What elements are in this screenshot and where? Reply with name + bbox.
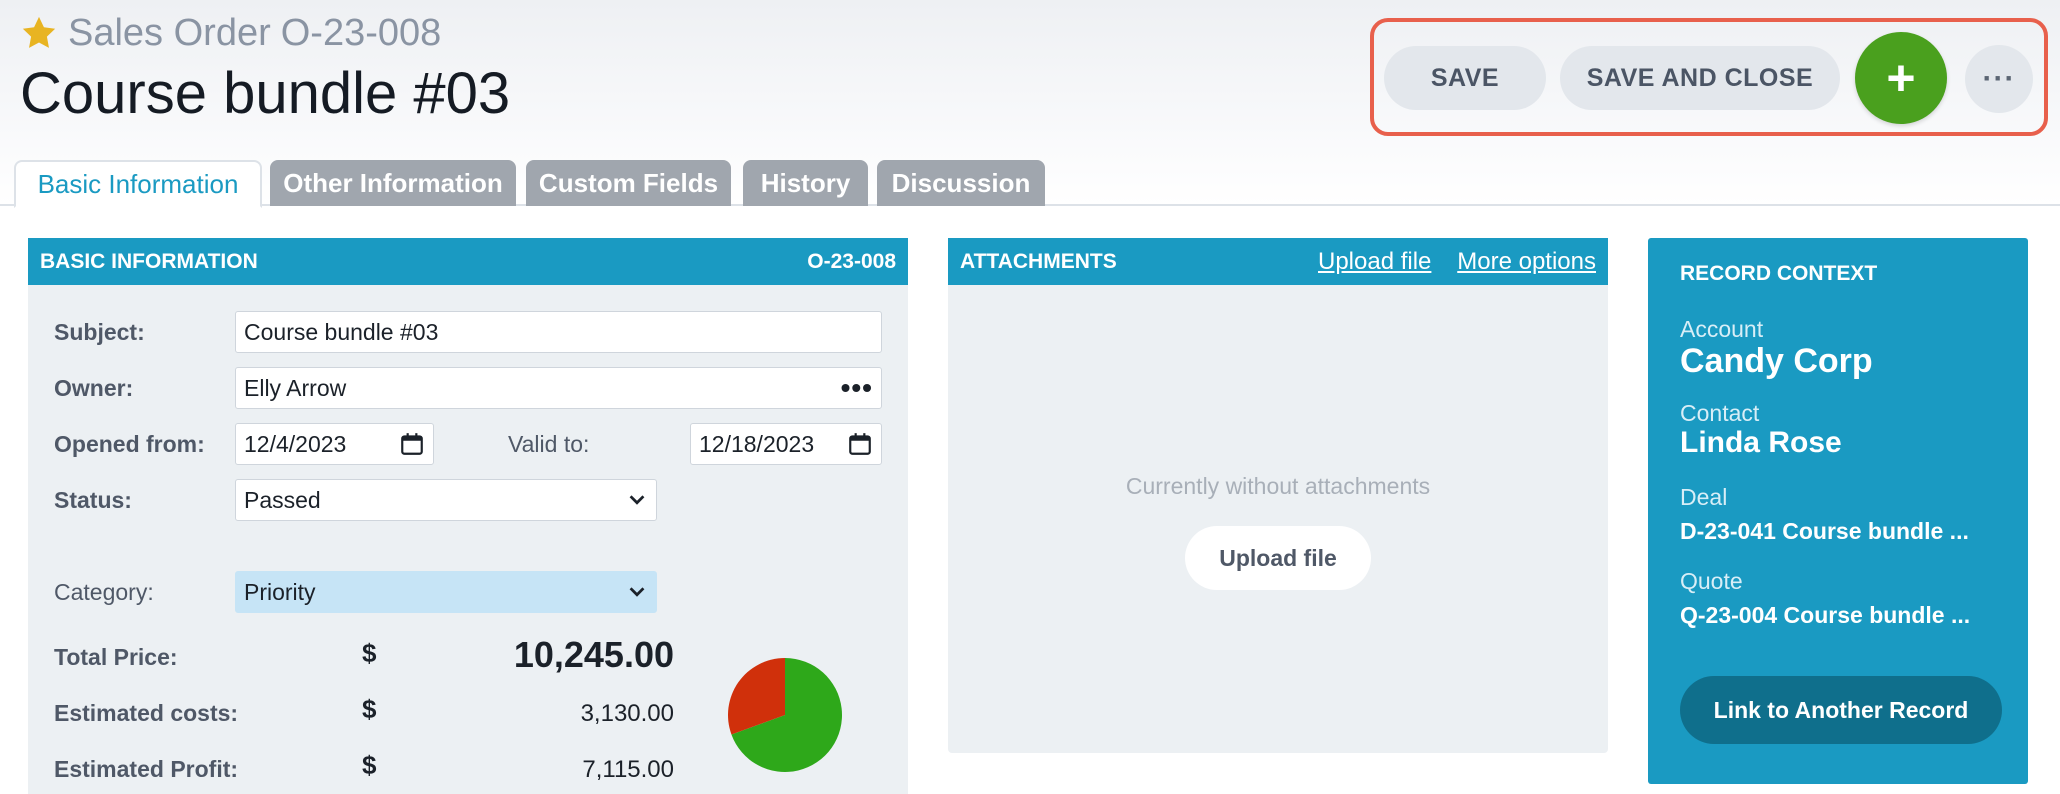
total-price-value: 10,245.00	[513, 634, 674, 675]
tab-bar: Basic Information Other Information Cust…	[0, 160, 2060, 208]
attachments-header: ATTACHMENTS Upload file More options	[948, 238, 1608, 285]
ellipsis-icon: ···	[1982, 62, 2016, 95]
deal-label: Deal	[1680, 484, 1728, 510]
deal-link[interactable]: D-23-041 Course bundle ...	[1680, 518, 1969, 545]
record-type: Sales Order	[68, 12, 271, 54]
plus-icon: +	[1886, 50, 1916, 106]
estimated-profit-label: Estimated Profit:	[54, 756, 239, 782]
calendar-icon[interactable]	[399, 431, 425, 457]
status-select[interactable]: Passed	[235, 479, 657, 521]
favorite-star-icon[interactable]	[20, 14, 58, 52]
opened-from-input[interactable]: 12/4/2023	[235, 423, 434, 465]
calendar-icon[interactable]	[847, 431, 873, 457]
quote-link[interactable]: Q-23-004 Course bundle ...	[1680, 602, 1970, 629]
subject-value: Course bundle #03	[244, 318, 439, 345]
tab-discussion[interactable]: Discussion	[877, 160, 1045, 206]
currency-symbol: $	[362, 750, 377, 780]
more-options-link[interactable]: More options	[1457, 248, 1596, 275]
total-price-label: Total Price:	[54, 644, 178, 670]
tab-custom-fields[interactable]: Custom Fields	[526, 160, 731, 206]
valid-to-label: Valid to:	[508, 431, 590, 457]
basic-information-header: BASIC INFORMATION O-23-008	[28, 238, 908, 285]
link-to-another-record-button[interactable]: Link to Another Record	[1680, 676, 2002, 744]
owner-field[interactable]: Elly Arrow •••	[235, 367, 882, 409]
panel-record-number: O-23-008	[807, 249, 896, 273]
upload-file-link[interactable]: Upload file	[1318, 248, 1431, 275]
currency-symbol: $	[362, 694, 377, 724]
basic-information-panel: BASIC INFORMATION O-23-008 Subject: Cour…	[28, 238, 908, 794]
valid-to-value: 12/18/2023	[699, 430, 815, 457]
owner-value: Elly Arrow	[244, 374, 347, 401]
chevron-down-icon	[626, 581, 648, 603]
opened-from-label: Opened from:	[54, 431, 205, 457]
tab-basic-information[interactable]: Basic Information	[14, 160, 262, 208]
owner-lookup-icon[interactable]: •••	[841, 372, 873, 404]
valid-to-input[interactable]: 12/18/2023	[690, 423, 882, 465]
account-link[interactable]: Candy Corp	[1680, 342, 1873, 381]
subject-input[interactable]: Course bundle #03	[235, 311, 882, 353]
chevron-down-icon	[626, 489, 648, 511]
estimated-costs-label: Estimated costs:	[54, 700, 239, 726]
status-value: Passed	[244, 486, 321, 513]
currency-symbol: $	[362, 638, 377, 668]
more-actions-button[interactable]: ···	[1965, 45, 2033, 113]
attachments-title: ATTACHMENTS	[960, 249, 1117, 273]
category-value: Priority	[244, 578, 316, 605]
estimated-profit-value: 7,115.00	[582, 756, 674, 783]
record-number: O-23-008	[280, 12, 442, 54]
subject-label: Subject:	[54, 319, 145, 345]
save-button[interactable]: SAVE	[1384, 46, 1546, 110]
add-button[interactable]: +	[1855, 32, 1947, 124]
upload-file-button[interactable]: Upload file	[1185, 526, 1371, 590]
estimated-costs-value: 3,130.00	[580, 700, 674, 727]
status-label: Status:	[54, 487, 132, 513]
profit-pie-chart	[728, 658, 842, 772]
opened-from-value: 12/4/2023	[244, 430, 347, 457]
save-and-close-button[interactable]: SAVE AND CLOSE	[1560, 46, 1840, 110]
contact-label: Contact	[1680, 400, 1760, 426]
category-label: Category:	[54, 579, 154, 605]
account-label: Account	[1680, 316, 1764, 342]
empty-attachments-text: Currently without attachments	[1125, 473, 1431, 499]
owner-label: Owner:	[54, 375, 134, 401]
record-context-title: RECORD CONTEXT	[1680, 262, 1878, 285]
quote-label: Quote	[1680, 568, 1743, 594]
record-type-line: Sales Order O-23-008	[68, 12, 441, 55]
attachments-links: Upload file More options	[1298, 248, 1596, 276]
panel-title: BASIC INFORMATION	[40, 249, 258, 273]
tab-history[interactable]: History	[743, 160, 868, 206]
attachments-panel: ATTACHMENTS Upload file More options Cur…	[948, 238, 1608, 753]
tab-other-information[interactable]: Other Information	[270, 160, 516, 206]
category-select[interactable]: Priority	[235, 571, 657, 613]
page-title: Course bundle #03	[20, 61, 511, 126]
contact-link[interactable]: Linda Rose	[1680, 426, 1842, 460]
record-context-panel: RECORD CONTEXT Account Candy Corp Contac…	[1648, 238, 2028, 784]
